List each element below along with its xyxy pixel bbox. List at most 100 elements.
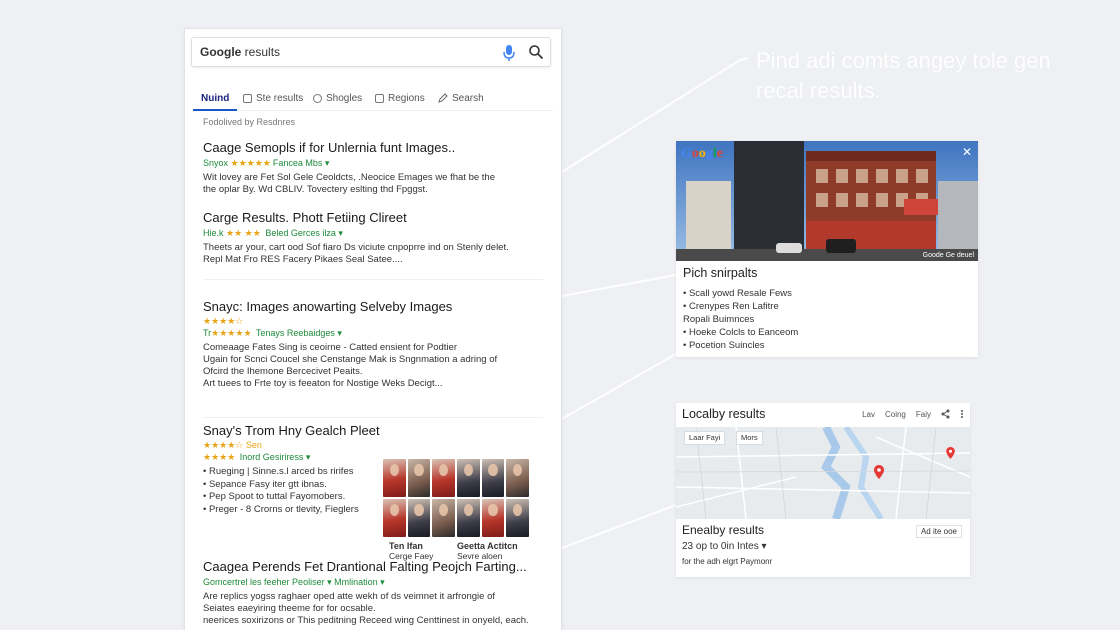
toolbar-link[interactable]: Faiy	[916, 410, 931, 419]
image-caption: Geetta Actitcn Sevre aloen	[457, 541, 518, 561]
pencil-icon	[438, 93, 448, 103]
local-note: for the adh elgrt Paymonr	[682, 557, 773, 566]
range-dropdown[interactable]: 23 op to 0in Intes ▾	[682, 541, 767, 552]
thumbnail-image[interactable]	[481, 459, 505, 497]
map-pin-icon[interactable]	[946, 447, 955, 459]
search-tabs: Nuind Ste results Shogles Regions Searsh	[193, 85, 553, 111]
rich-snippet-item: • Crenypes Ren Lafitre	[683, 301, 779, 312]
toolbar-link[interactable]: Lav	[862, 410, 875, 419]
result-meta-text[interactable]: Tenays Reebaidges ▾	[256, 328, 342, 338]
tab-label: Regions	[388, 92, 425, 104]
connector-line	[739, 57, 749, 61]
result-meta-text[interactable]: Beled Gerces ilza ▾	[265, 228, 343, 238]
result-meta-text[interactable]: Fancea Mbs ▾	[273, 158, 330, 168]
thumbnail-image[interactable]	[506, 459, 529, 497]
mic-icon[interactable]	[502, 44, 516, 62]
rating-stars: ★★★★☆ Sen	[203, 440, 262, 450]
thumbnail-image[interactable]	[407, 499, 431, 537]
rich-snippet-title: Pich snirpalts	[683, 266, 758, 280]
bullet-item: Sepance Fasy iter gtt ibnas.	[203, 479, 393, 492]
rich-snippet-card: Google ✕ Goode Ge deuel Pich snirpalts •…	[676, 141, 978, 357]
snippet-line: Ugain for Scnci Coucel she Censtange Mak…	[203, 354, 498, 365]
rating-stars: ★★★★★	[211, 328, 252, 338]
result-title[interactable]: Caagea Perends Fet Drantional Falting Pe…	[203, 559, 543, 574]
snippet-line: Comeaage Fates Sing is ceoirne - Catted …	[203, 342, 457, 353]
map-view[interactable]: Laar Fayi Mors	[676, 427, 970, 519]
logo-letter: o	[698, 146, 706, 161]
thumbnail-image[interactable]	[432, 459, 455, 497]
result-title[interactable]: Caage Semopls if for Unlernia funt Image…	[203, 140, 543, 155]
thumbnail-image[interactable]	[432, 499, 455, 537]
photo-credit: Goode Ge deuel	[922, 252, 974, 259]
result-meta-prefix: Gomcertrel	[203, 577, 248, 587]
result-title[interactable]: Snayc: Images anowarting Selveby Images	[203, 299, 543, 314]
snippet-line: Art tuees to Frte toy is feeaton for Nos…	[203, 378, 443, 389]
local-subtitle: Enealby results	[682, 523, 765, 537]
tab-shogles[interactable]: Shogles	[313, 89, 362, 107]
result-meta-prefix: Hie.k	[203, 228, 224, 238]
thumbnail-image[interactable]	[456, 459, 480, 497]
snippet-line: the oplar By. Wd CBLIV. Tovectery esltin…	[203, 184, 428, 195]
square-icon	[243, 93, 252, 103]
divider	[203, 417, 543, 418]
rating-stars: ★★ ★★	[226, 228, 261, 238]
thumbnail-image[interactable]	[383, 499, 406, 537]
bullet-item: Pep Spoot to tuttal Fayomobers.	[203, 491, 393, 504]
caption-title: Ten Ifan	[389, 541, 423, 551]
result-title[interactable]: Carge Results. Phott Fetiing Clireet	[203, 210, 543, 225]
tab-regions[interactable]: Regions	[375, 89, 425, 107]
result-meta: ★★★★ Inord Gesiriress ▾	[203, 452, 393, 463]
logo-letter: G	[681, 146, 692, 161]
search-result: Snayc: Images anowarting Selveby Images …	[203, 299, 543, 390]
logo-letter: e	[716, 146, 723, 161]
divider	[203, 279, 543, 280]
rich-snippet-item: • Hoeke Colcls to Eanceom	[683, 327, 799, 338]
filter-label: Fodolived by Resdnres	[203, 117, 296, 127]
search-result: Carge Results. Phott Fetiing Clireet Hie…	[203, 210, 543, 266]
ad-button[interactable]: Ad ite ooe	[915, 525, 962, 538]
rating-stars: ★★★★★	[230, 158, 271, 168]
search-query[interactable]: Google results	[200, 45, 280, 59]
snippet-line: Repl Mat Fro RES Facery Pikaes Seal Sate…	[203, 254, 403, 265]
thumbnail-image[interactable]	[506, 499, 529, 537]
toolbar-link[interactable]: Coing	[885, 410, 906, 419]
result-snippet: Comeaage Fates Sing is ceoirne - Catted …	[203, 342, 543, 390]
building-photo[interactable]: Google ✕ Goode Ge deuel	[676, 141, 978, 261]
result-meta: Hie.k ★★ ★★ Beled Gerces ilza ▾	[203, 228, 543, 239]
thumbnail-image[interactable]	[456, 499, 480, 537]
thumbnail-image[interactable]	[481, 499, 505, 537]
rich-snippet-list: • Scall yowd Resale Fews • Crenypes Ren …	[683, 287, 798, 352]
tab-all[interactable]: Nuind	[201, 89, 229, 107]
thumbnail-image[interactable]	[383, 459, 406, 497]
map-chip[interactable]: Laar Fayi	[684, 431, 726, 445]
snippet-line: Seiates eaeyiring theeme for for ocsable…	[203, 603, 376, 614]
thumbnail-image[interactable]	[407, 459, 431, 497]
more-icon[interactable]	[960, 409, 964, 419]
caption-title: Geetta Actitcn	[457, 541, 518, 551]
share-icon[interactable]	[941, 409, 950, 419]
result-title[interactable]: Snay's Trom Hny Gealch Pleet	[203, 423, 393, 438]
connector-line	[561, 504, 677, 549]
tab-site-results[interactable]: Ste results	[243, 89, 303, 107]
rating-stars: ★★★★	[203, 452, 236, 462]
tab-label: Shogles	[326, 92, 363, 104]
search-result: Caage Semopls if for Unlernia funt Image…	[203, 140, 543, 196]
map-chip[interactable]: Mors	[736, 431, 763, 445]
bullet-item: Preger - 8 Crorns or tlevity, Fieglers	[203, 504, 393, 517]
result-meta-text[interactable]: les feeher Peoliser ▾ Mmlination ▾	[250, 577, 385, 587]
local-card-title: Localby results	[682, 407, 766, 421]
map-pin-icon[interactable]	[874, 465, 884, 479]
close-icon[interactable]: ✕	[962, 145, 972, 159]
search-icon[interactable]	[528, 44, 544, 60]
image-thumbnails[interactable]	[383, 459, 529, 537]
result-meta: Snyox ★★★★★ Fancea Mbs ▾	[203, 158, 543, 169]
search-result: Caagea Perends Fet Drantional Falting Pe…	[203, 559, 543, 627]
rating-stars: ★★★★☆	[203, 316, 244, 326]
search-bar[interactable]: Google results	[191, 37, 551, 67]
result-meta: Tr★★★★★ Tenays Reebaidges ▾	[203, 328, 543, 339]
snippet-line: Are replics yogss raghaer oped atte wekh…	[203, 591, 496, 602]
tab-search[interactable]: Searsh	[438, 89, 484, 107]
result-meta-text[interactable]: Inord Gesiriress ▾	[240, 452, 311, 462]
rich-snippet-item: Ropali Buimnces	[683, 314, 755, 325]
result-snippet: Wit lovey are Fet Sol Gele Ceoldcts, .Ne…	[203, 172, 543, 196]
